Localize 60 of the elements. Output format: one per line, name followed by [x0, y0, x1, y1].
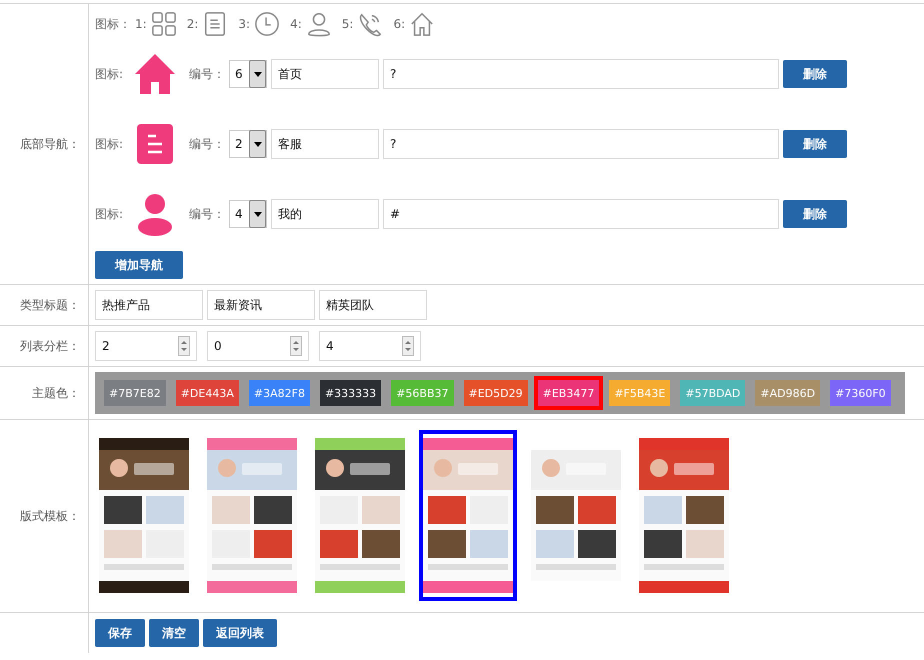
color-swatch[interactable]: #7360F0 [830, 380, 891, 406]
field-label: 编号： [189, 66, 226, 82]
field-label: 版式模板： [0, 420, 89, 612]
number-field[interactable]: 2 [95, 331, 197, 361]
field-label: 底部导航： [0, 4, 89, 284]
title-field[interactable]: 热推产品 [95, 290, 203, 320]
spinner-icon[interactable] [290, 336, 302, 356]
caret-icon[interactable] [254, 142, 262, 146]
home-icon [133, 52, 178, 96]
number-field[interactable]: 4 [319, 331, 421, 361]
action-button[interactable]: 保存 [95, 619, 145, 647]
field-label: 图标: [95, 66, 124, 82]
icon-number: 6: [393, 17, 406, 31]
action-button[interactable]: 返回列表 [203, 619, 277, 647]
color-swatch[interactable]: #ED5D29 [464, 380, 528, 406]
spinner-icon[interactable] [178, 336, 190, 356]
field-label: 列表分栏： [0, 326, 89, 366]
caret-icon[interactable] [254, 72, 262, 76]
title-field[interactable]: 最新资讯 [207, 290, 315, 320]
color-swatch[interactable]: #AD986D [755, 380, 820, 406]
icon-number: 2: [186, 17, 198, 31]
field-label: 图标: [95, 206, 124, 222]
delete-button[interactable]: 删除 [783, 60, 848, 88]
title-field[interactable]: 精英团队 [319, 290, 427, 320]
name-field[interactable]: 首页 [271, 59, 380, 89]
number-select[interactable]: 4 [229, 200, 268, 228]
icon-number: 1: [135, 17, 147, 31]
icon-number: 5: [342, 17, 354, 31]
delete-button[interactable]: 删除 [783, 200, 848, 228]
color-swatch[interactable]: #3A82F8 [248, 380, 310, 406]
color-swatch[interactable]: #EB3477 [538, 380, 600, 406]
icon-number: 3: [238, 17, 250, 31]
field-label: 编号： [189, 206, 226, 222]
add-nav-button[interactable]: 增加导航 [95, 251, 183, 279]
delete-button[interactable]: 删除 [783, 130, 848, 158]
icon-number: 4: [290, 17, 302, 31]
user-icon [306, 11, 332, 37]
name-field[interactable]: 我的 [271, 199, 380, 229]
home-icon [409, 11, 436, 37]
name-field[interactable]: 客服 [271, 129, 380, 159]
clock-icon [254, 11, 280, 37]
grid-icon [150, 11, 177, 37]
phone-icon [357, 11, 384, 37]
field-label: 图标: [95, 136, 124, 152]
field-label: 图标： [95, 16, 131, 32]
field-label: 主题色： [0, 367, 89, 419]
link-field[interactable]: # [383, 199, 780, 229]
link-field[interactable]: ? [383, 59, 780, 89]
number-select[interactable]: 2 [229, 130, 268, 158]
link-field[interactable]: ? [383, 129, 780, 159]
color-swatch[interactable]: #333333 [320, 380, 382, 406]
spinner-icon[interactable] [402, 336, 414, 356]
caret-icon[interactable] [254, 212, 262, 216]
number-field[interactable]: 0 [207, 331, 309, 361]
field-label: 类型标题： [0, 285, 89, 325]
field-label: 编号： [189, 136, 226, 152]
action-button[interactable]: 清空 [149, 619, 199, 647]
color-swatch[interactable]: #7B7E82 [104, 380, 166, 406]
number-select[interactable]: 6 [229, 60, 268, 88]
color-swatch[interactable]: #DE443A [176, 380, 239, 406]
